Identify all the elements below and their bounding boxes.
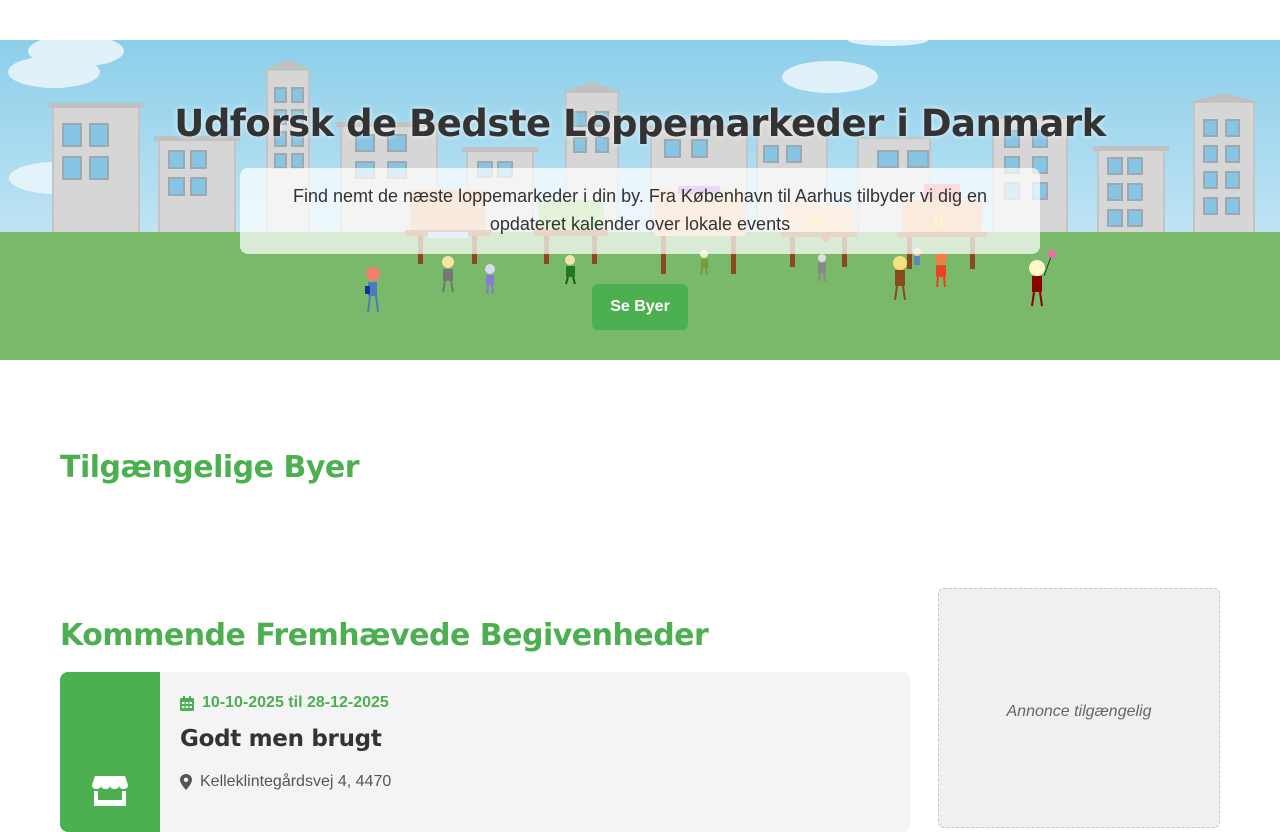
- map-pin-icon: [180, 774, 192, 790]
- event-card[interactable]: 10-10-2025 til 28-12-2025 Godt men brugt…: [60, 672, 910, 832]
- top-navigation-bar: [0, 0, 1280, 40]
- hero-subtitle: Find nemt de næste loppemarkeder i din b…: [240, 168, 1040, 254]
- ad-placeholder[interactable]: Annonce tilgængelig: [938, 588, 1220, 828]
- event-address: Kelleklintegårdsvej 4, 4470: [180, 773, 391, 791]
- ad-label: Annonce tilgængelig: [1006, 703, 1152, 720]
- see-cities-button[interactable]: Se Byer: [592, 284, 688, 330]
- hero-title: Udforsk de Bedste Loppemarkeder i Danmar…: [174, 102, 1106, 145]
- available-cities-heading: Tilgængelige Byer: [60, 450, 360, 485]
- event-date-range: 10-10-2025 til 28-12-2025: [202, 694, 389, 711]
- store-icon: [92, 776, 128, 806]
- calendar-icon: [180, 695, 194, 711]
- event-title[interactable]: Godt men brugt: [180, 726, 382, 752]
- event-address-text: Kelleklintegårdsvej 4, 4470: [200, 773, 392, 790]
- event-date: 10-10-2025 til 28-12-2025: [180, 694, 389, 712]
- featured-events-heading: Kommende Fremhævede Begivenheder: [60, 618, 709, 653]
- hero-banner: Udforsk de Bedste Loppemarkeder i Danmar…: [0, 40, 1280, 360]
- event-card-image: [60, 672, 160, 832]
